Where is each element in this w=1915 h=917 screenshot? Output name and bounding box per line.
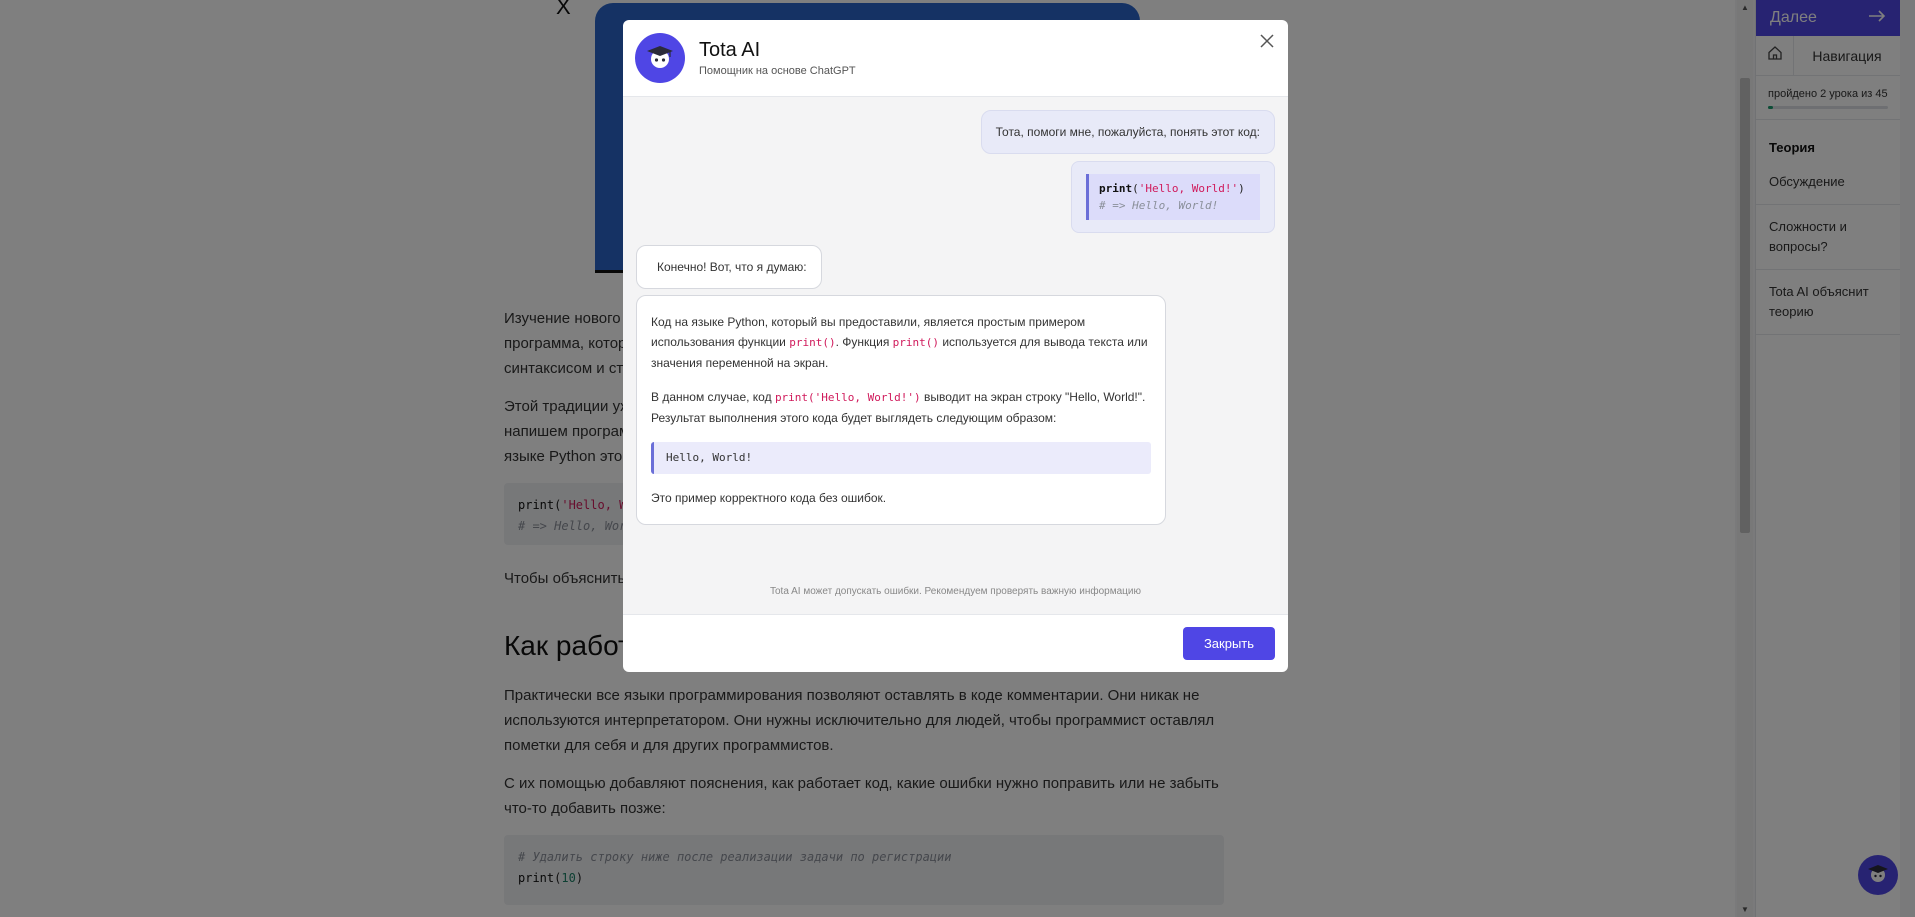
tota-ai-dialog: Tota AI Помощник на основе ChatGPT Тота,… (623, 20, 1288, 672)
dialog-title-block: Tota AI Помощник на основе ChatGPT (699, 39, 856, 77)
answer-paragraph: Это пример корректного кода без ошибок. (651, 491, 887, 505)
close-icon[interactable] (1256, 30, 1278, 52)
answer-paragraph: В данном случае, код print('Hello, World… (651, 390, 1146, 425)
user-code-message: print('Hello, World!') # => Hello, World… (1071, 161, 1275, 233)
dialog-subtitle: Помощник на основе ChatGPT (699, 65, 856, 77)
inline-code: print('Hello, World!') (774, 391, 921, 404)
code-string: 'Hello, World!' (1138, 182, 1239, 195)
code-comment: # => Hello, World! (1099, 199, 1219, 212)
answer-paragraph: Код на языке Python, который вы предоста… (651, 315, 1148, 370)
answer-code-block: Hello, World! (651, 442, 1151, 474)
ai-disclaimer: Tota AI может допускать ошибки. Рекоменд… (769, 586, 1141, 597)
assistant-answer: Код на языке Python, который вы предоста… (636, 295, 1166, 525)
tota-ai-avatar (635, 33, 685, 83)
assistant-message: Конечно! Вот, что я думаю: (636, 245, 822, 289)
user-code-block: print('Hello, World!') # => Hello, World… (1086, 174, 1260, 220)
inline-code: print() (892, 336, 940, 349)
dialog-header: Tota AI Помощник на основе ChatGPT (623, 20, 1288, 97)
dialog-title: Tota AI (699, 39, 761, 61)
chat-area: Тота, помоги мне, пожалуйста, понять это… (623, 97, 1288, 614)
graduation-cap-robot-icon (644, 40, 676, 77)
inline-code: print() (789, 336, 836, 349)
user-message: Тота, помоги мне, пожалуйста, понять это… (980, 110, 1275, 154)
close-button[interactable]: Закрыть (1183, 627, 1275, 660)
dialog-footer: Закрыть (623, 614, 1288, 672)
code-function: print (1099, 182, 1133, 195)
